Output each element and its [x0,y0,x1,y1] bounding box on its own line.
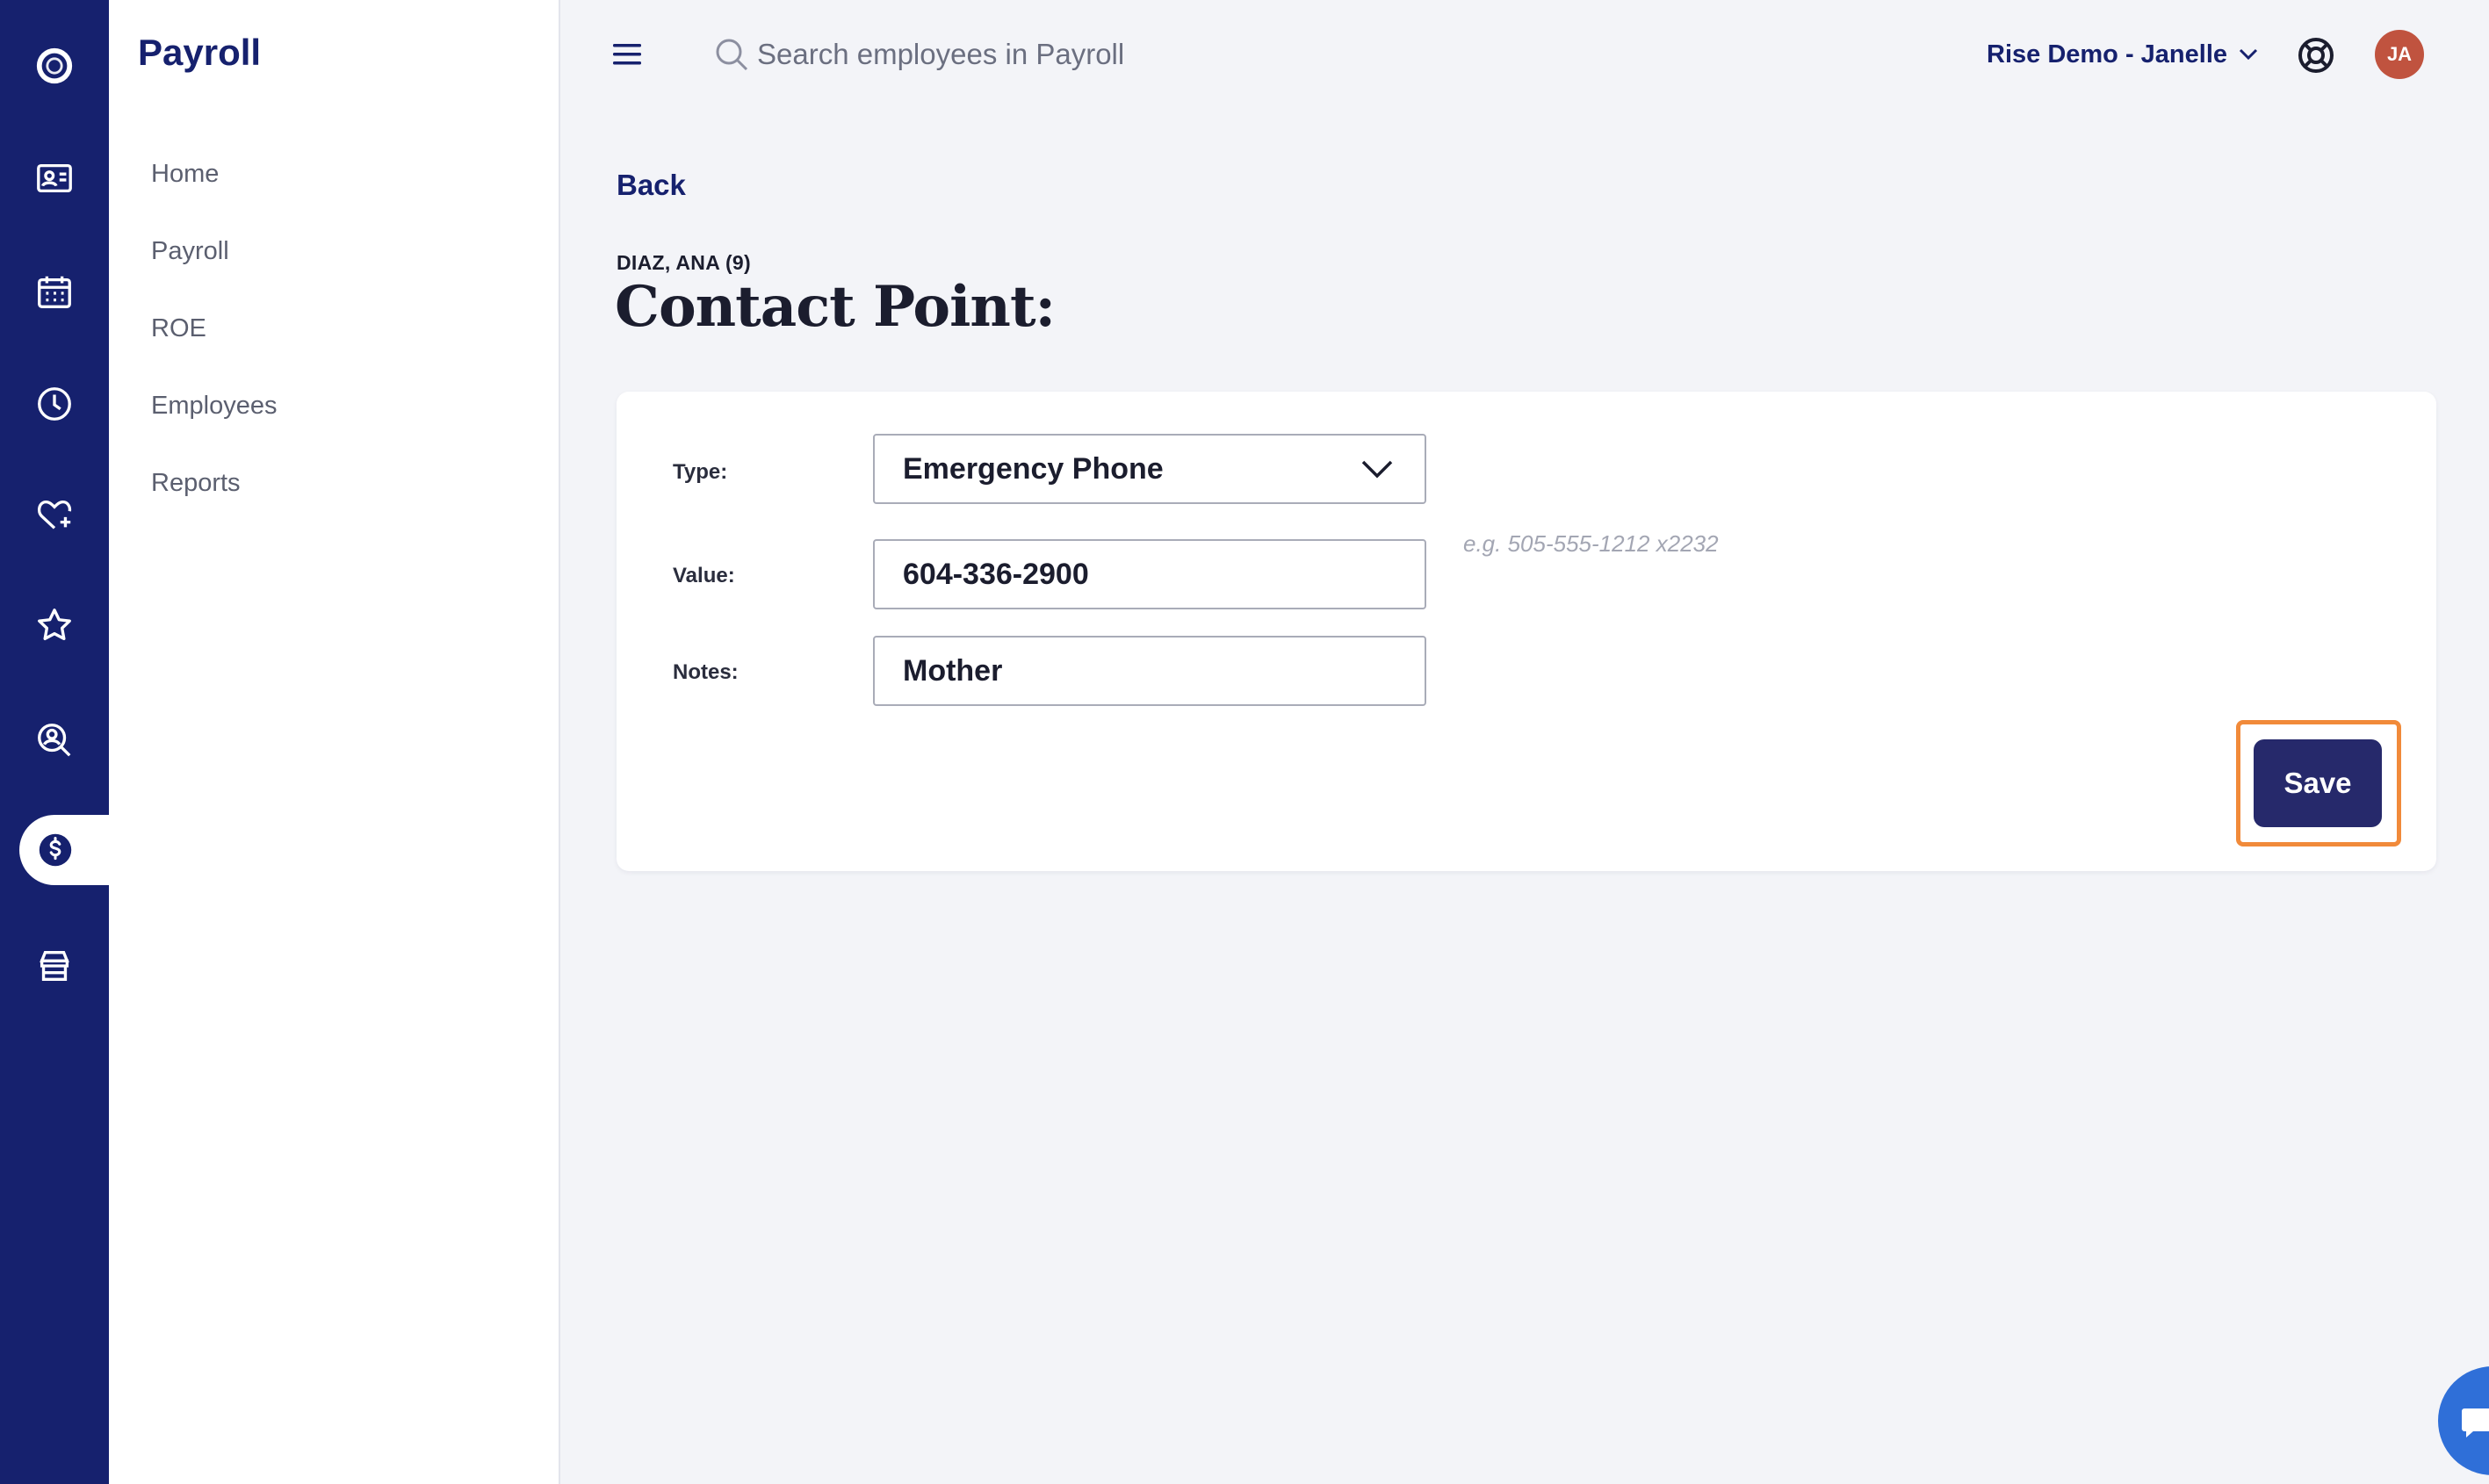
subnav-item-roe[interactable]: ROE [151,302,277,379]
star-icon [38,609,71,641]
page-title: Contact Point: [615,274,1056,340]
search-person-icon [38,724,71,757]
help-button[interactable] [2296,35,2336,76]
save-button[interactable]: Save [2254,739,2382,827]
store-icon [40,950,69,982]
hamburger-menu-button[interactable] [606,35,650,74]
org-switcher[interactable]: Rise Demo - Janelle [1987,35,2261,74]
app-rail [0,0,111,1484]
org-name: Rise Demo - Janelle [1987,40,2227,68]
logo-icon [36,47,73,84]
back-link[interactable]: Back [617,169,686,202]
rail-item-time[interactable] [0,369,109,439]
dollar-icon [39,833,72,867]
calendar-icon [38,276,71,308]
subnav-item-home[interactable]: Home [151,148,277,225]
subnav-item-reports[interactable]: Reports [151,457,277,534]
subnav-item-employees[interactable]: Employees [151,379,277,457]
contact-point-form: Type: Emergency Phone Value: e.g. 505-55… [617,392,2436,871]
value-input[interactable] [903,557,1396,592]
search-icon [716,39,748,71]
avatar[interactable]: JA [2375,30,2424,79]
value-field[interactable] [873,539,1426,609]
chat-icon [2462,1408,2489,1437]
rail-item-store[interactable] [0,931,109,1001]
sub-navigation: Payroll Home Payroll ROE Employees Repor… [109,0,560,1484]
id-card-icon [37,163,72,193]
employee-name: DIAZ, ANA (9) [617,251,751,274]
hamburger-icon [613,44,641,65]
rail-item-benefits[interactable] [0,479,109,550]
subnav-item-payroll[interactable]: Payroll [151,225,277,302]
value-hint: e.g. 505-555-1212 x2232 [1463,530,1719,557]
rail-item-payroll[interactable] [19,815,111,885]
employee-search [713,26,1328,83]
chevron-down-icon [2239,48,2258,61]
search-input[interactable] [757,38,1302,71]
value-label: Value: [673,564,735,587]
rail-logo[interactable] [0,31,109,101]
section-title: Payroll [138,32,262,73]
notes-label: Notes: [673,660,739,684]
subnav-list: Home Payroll ROE Employees Reports [151,148,277,534]
notes-field[interactable] [873,636,1426,706]
rail-item-recruiting[interactable] [0,705,109,775]
rail-item-performance[interactable] [0,590,109,660]
type-label: Type: [673,460,728,484]
heart-plus-icon [37,500,72,529]
rail-item-schedule[interactable] [0,257,109,328]
notes-input[interactable] [903,653,1396,688]
type-select-value: Emergency Phone [903,451,1164,486]
chevron-down-icon [1361,460,1393,479]
lifebuoy-icon [2298,38,2334,73]
chat-launcher[interactable] [2438,1366,2489,1475]
rail-item-people[interactable] [0,143,109,213]
clock-icon [38,387,71,421]
type-select[interactable]: Emergency Phone [873,434,1426,504]
